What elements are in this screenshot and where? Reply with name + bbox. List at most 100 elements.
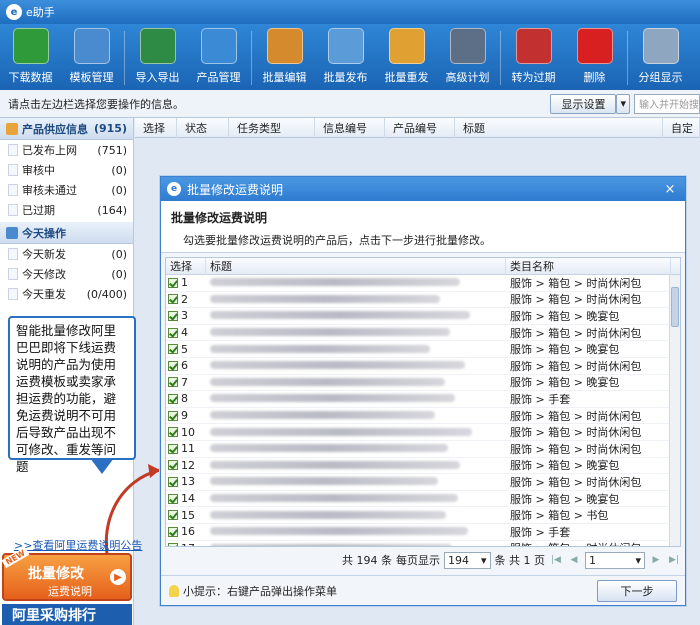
col-header[interactable]: 自定 xyxy=(663,117,700,138)
tip-text: 小提示：右键产品弹出操作菜单 xyxy=(183,584,337,598)
row-checkbox[interactable] xyxy=(168,310,178,321)
republish-icon xyxy=(388,28,425,64)
row-checkbox[interactable] xyxy=(168,294,178,305)
search-input[interactable]: 输入并开始搜 xyxy=(634,93,700,114)
per-page-select[interactable]: 194 ▾ xyxy=(443,551,491,569)
table-row[interactable]: 11 服饰 > 箱包 > 时尚休闲包 xyxy=(166,441,680,458)
sidebar-item[interactable]: 审核中 (0) xyxy=(0,160,133,180)
row-checkbox[interactable] xyxy=(168,476,178,487)
row-checkbox[interactable] xyxy=(168,377,178,388)
sidebar-item[interactable]: 已发布上网 (751) xyxy=(0,140,133,160)
table-row[interactable]: 8 服饰 > 手套 xyxy=(166,391,680,408)
table-row[interactable]: 14 服饰 > 箱包 > 晚宴包 xyxy=(166,491,680,508)
table-row[interactable]: 16 服饰 > 手套 xyxy=(166,524,680,541)
toolbar-button-label: 产品管理 xyxy=(196,71,241,84)
table-row[interactable]: 4 服饰 > 箱包 > 时尚休闲包 xyxy=(166,325,680,342)
sidebar-section-today[interactable]: 今天操作 xyxy=(0,222,133,244)
scroll-thumb[interactable] xyxy=(671,287,679,327)
row-checkbox[interactable] xyxy=(168,543,178,546)
row-checkbox[interactable] xyxy=(168,443,178,454)
table-row[interactable]: 9 服饰 > 箱包 > 时尚休闲包 xyxy=(166,408,680,425)
row-number: 10 xyxy=(181,425,195,439)
row-checkbox[interactable] xyxy=(168,510,178,521)
row-checkbox[interactable] xyxy=(168,360,178,371)
col-header[interactable]: 产品编号 xyxy=(385,117,455,138)
blurred-title xyxy=(210,477,438,486)
page-select[interactable]: 1 ▾ xyxy=(585,551,645,569)
col-title[interactable]: 标题 xyxy=(206,258,506,275)
blurred-title xyxy=(210,543,452,546)
app-logo-icon: e xyxy=(6,4,22,20)
calculator-icon xyxy=(642,28,679,64)
col-select[interactable]: 选择 xyxy=(166,258,206,275)
sidebar-item[interactable]: 审核未通过 (0) xyxy=(0,180,133,200)
row-title xyxy=(206,309,506,322)
toolbar-button-5[interactable]: 批量发布 xyxy=(315,28,376,88)
next-page-icon[interactable]: ▶ xyxy=(649,553,663,567)
row-checkbox[interactable] xyxy=(168,493,178,504)
first-page-icon[interactable]: |◀ xyxy=(549,553,563,567)
toolbar-button-3[interactable]: 产品管理 xyxy=(188,28,249,88)
table-row[interactable]: 6 服饰 > 箱包 > 时尚休闲包 xyxy=(166,358,680,375)
col-category[interactable]: 类目名称 xyxy=(506,258,671,275)
last-page-icon[interactable]: ▶| xyxy=(667,553,681,567)
table-row[interactable]: 1 服饰 > 箱包 > 时尚休闲包 xyxy=(166,275,680,292)
row-number: 12 xyxy=(181,458,195,472)
prev-page-icon[interactable]: ◀ xyxy=(567,553,581,567)
display-settings-button[interactable]: 显示设置 xyxy=(550,93,617,114)
table-row[interactable]: 10 服饰 > 箱包 > 时尚休闲包 xyxy=(166,424,680,441)
row-checkbox[interactable] xyxy=(168,344,178,355)
next-step-button[interactable]: 下一步 xyxy=(597,579,677,602)
toolbar-button-8[interactable]: 转为过期 xyxy=(503,28,564,88)
batch-freight-promo-button[interactable]: NEW 批量修改 运费说明 ▶ xyxy=(1,546,132,601)
sidebar-item[interactable]: 今天新发 (0) xyxy=(0,244,133,264)
table-scrollbar[interactable] xyxy=(669,275,680,546)
blurred-title xyxy=(210,377,445,386)
col-header[interactable]: 信息编号 xyxy=(315,117,385,138)
toolbar-button-1[interactable]: 模板管理 xyxy=(61,28,122,88)
freight-notice-link[interactable]: >>查看阿里运费说明公告 xyxy=(14,537,142,553)
toolbar-button-6[interactable]: 批量重发 xyxy=(376,28,437,88)
toolbar-button-label: 高级计划 xyxy=(445,71,490,84)
toolbar-button-0[interactable]: 下载数据 xyxy=(0,28,61,88)
row-category: 服饰 > 手套 xyxy=(510,392,571,406)
row-category: 服饰 > 箱包 > 时尚休闲包 xyxy=(510,293,642,307)
schedule-clock-icon xyxy=(449,28,486,64)
purchase-ranking-banner[interactable]: 阿里采购排行 xyxy=(2,604,132,625)
row-checkbox[interactable] xyxy=(168,277,178,288)
table-row[interactable]: 5 服饰 > 箱包 > 晚宴包 xyxy=(166,341,680,358)
toolbar-button-10[interactable]: 分组显示 xyxy=(630,28,691,88)
table-row[interactable]: 12 服饰 > 箱包 > 晚宴包 xyxy=(166,458,680,475)
toolbar-button-2[interactable]: 导入导出 xyxy=(127,28,188,88)
row-checkbox[interactable] xyxy=(168,526,178,537)
table-row[interactable]: 13 服饰 > 箱包 > 时尚休闲包 xyxy=(166,474,680,491)
feature-callout: 智能批量修改阿里巴巴即将下线运费说明的产品为使用运费模板或卖家承担运费的功能，避… xyxy=(8,316,136,474)
sidebar-section-supply[interactable]: 产品供应信息 (915) xyxy=(0,118,133,140)
table-row[interactable]: 3 服饰 > 箱包 > 晚宴包 xyxy=(166,308,680,325)
toolbar-button-7[interactable]: 高级计划 xyxy=(437,28,498,88)
toolbar-button-label: 批量发布 xyxy=(323,71,368,84)
table-row[interactable]: 15 服饰 > 箱包 > 书包 xyxy=(166,507,680,524)
toolbar-button-9[interactable]: 删除 xyxy=(564,28,625,88)
close-icon[interactable]: × xyxy=(661,180,679,198)
row-number: 1 xyxy=(181,276,188,290)
row-checkbox[interactable] xyxy=(168,460,178,471)
row-checkbox[interactable] xyxy=(168,393,178,404)
table-row[interactable]: 2 服饰 > 箱包 > 时尚休闲包 xyxy=(166,292,680,309)
display-settings-dropdown[interactable]: ▾ xyxy=(616,93,630,114)
col-header[interactable]: 标题 xyxy=(455,117,663,138)
row-checkbox[interactable] xyxy=(168,410,178,421)
col-header[interactable]: 状态 xyxy=(177,117,229,138)
toolbar-button-4[interactable]: 批量编辑 xyxy=(254,28,315,88)
row-checkbox[interactable] xyxy=(168,427,178,438)
table-row[interactable]: 17 服饰 > 箱包 > 时尚休闲包 xyxy=(166,541,680,546)
table-header: 选择 标题 类目名称 xyxy=(166,258,680,275)
col-header[interactable]: 选择 xyxy=(135,117,177,138)
row-category: 服饰 > 箱包 > 时尚休闲包 xyxy=(510,326,642,340)
table-row[interactable]: 7 服饰 > 箱包 > 晚宴包 xyxy=(166,375,680,392)
sidebar-item[interactable]: 已过期 (164) xyxy=(0,200,133,220)
row-checkbox[interactable] xyxy=(168,327,178,338)
sidebar-item[interactable]: 今天重发 (0/400) xyxy=(0,284,133,304)
col-header[interactable]: 任务类型 xyxy=(229,117,315,138)
sidebar-item[interactable]: 今天修改 (0) xyxy=(0,264,133,284)
